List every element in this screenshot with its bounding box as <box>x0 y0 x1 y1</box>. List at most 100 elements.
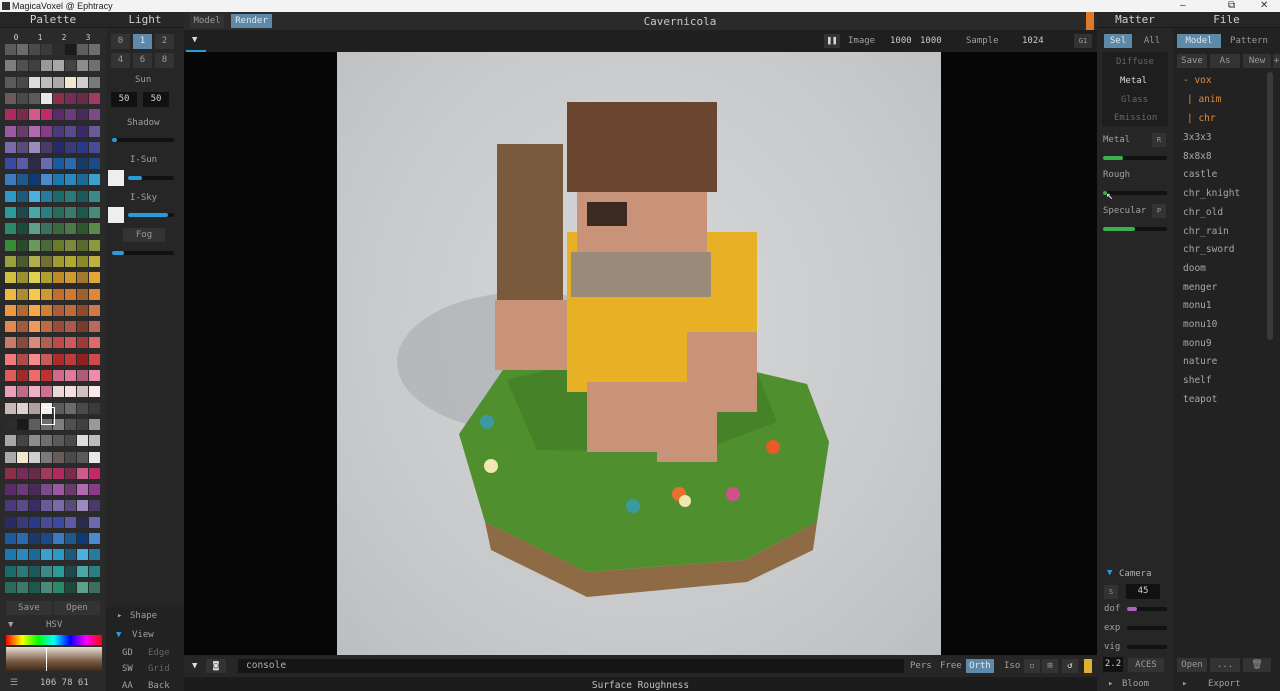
file-item[interactable]: chr_sword <box>1183 244 1234 255</box>
palette-swatch[interactable] <box>5 581 16 593</box>
palette-swatch[interactable] <box>5 418 16 430</box>
file-plus-button[interactable]: + <box>1273 54 1280 68</box>
palette-swatch[interactable] <box>41 272 52 284</box>
file-item[interactable]: monu9 <box>1183 338 1212 349</box>
palette-swatch[interactable] <box>65 76 76 88</box>
file-item[interactable]: chr_rain <box>1183 226 1229 237</box>
orth-mode[interactable]: Orth <box>966 659 994 673</box>
file-pattern-tab[interactable]: Pattern <box>1226 34 1272 48</box>
palette-swatch[interactable] <box>17 402 28 414</box>
file-item[interactable]: chr_old <box>1183 207 1223 218</box>
palette-swatch[interactable] <box>17 272 28 284</box>
palette-swatch[interactable] <box>65 370 76 381</box>
palette-swatch[interactable] <box>65 223 76 235</box>
menu-icon[interactable]: ☰ <box>10 678 18 688</box>
hsv-expand-icon[interactable]: ▼ <box>8 620 13 630</box>
palette-swatch[interactable] <box>29 125 40 137</box>
view-section[interactable]: View <box>132 630 154 640</box>
palette-swatch[interactable] <box>53 304 64 316</box>
palette-swatch[interactable] <box>41 321 52 333</box>
palette-swatch[interactable] <box>65 435 76 447</box>
export-section[interactable]: Export <box>1208 679 1241 689</box>
palette-swatch[interactable] <box>41 549 52 561</box>
specular-slider[interactable] <box>1103 227 1167 231</box>
palette-swatch[interactable] <box>53 239 64 251</box>
palette-swatch[interactable] <box>29 484 40 496</box>
palette-swatch[interactable] <box>77 484 88 496</box>
palette-swatch[interactable] <box>29 451 40 463</box>
palette-swatch[interactable] <box>17 516 28 528</box>
palette-swatch[interactable] <box>41 239 52 251</box>
close-icon[interactable]: ✕ <box>1260 0 1268 12</box>
palette-swatch[interactable] <box>29 255 40 267</box>
palette-swatch[interactable] <box>53 337 64 349</box>
palette-swatch[interactable] <box>53 516 64 528</box>
palette-swatch[interactable] <box>29 565 40 577</box>
palette-swatch[interactable] <box>17 451 28 463</box>
palette-swatch[interactable] <box>29 321 40 333</box>
palette-swatch[interactable] <box>17 467 28 479</box>
edge-toggle[interactable]: Edge <box>148 648 170 658</box>
palette-swatch[interactable] <box>41 190 52 202</box>
palette-swatch[interactable] <box>77 435 88 447</box>
palette-swatch[interactable] <box>53 109 64 121</box>
palette-swatch[interactable] <box>41 44 52 55</box>
palette-swatch[interactable] <box>41 288 52 300</box>
palette-swatch[interactable] <box>89 581 100 593</box>
palette-swatch[interactable] <box>77 174 88 186</box>
palette-swatch[interactable] <box>29 207 40 218</box>
palette-swatch[interactable] <box>17 76 28 88</box>
render-canvas[interactable] <box>337 52 941 655</box>
palette-swatch[interactable] <box>29 288 40 300</box>
palette-swatch[interactable] <box>5 321 16 333</box>
palette-swatch[interactable] <box>53 435 64 447</box>
palette-swatch[interactable] <box>89 288 100 300</box>
palette-swatch[interactable] <box>41 223 52 235</box>
isun-color-swatch[interactable] <box>108 170 124 186</box>
palette-swatch[interactable] <box>29 223 40 235</box>
palette-swatch[interactable] <box>29 190 40 202</box>
palette-swatch[interactable] <box>17 386 28 398</box>
palette-swatch[interactable] <box>89 60 100 72</box>
palette-swatch[interactable] <box>89 418 100 430</box>
grid-toggle[interactable]: Grid <box>148 664 170 674</box>
palette-swatch[interactable] <box>5 190 16 202</box>
palette-swatch[interactable] <box>17 533 28 544</box>
light-tab-6[interactable]: 6 <box>133 53 152 68</box>
back-toggle[interactable]: Back <box>148 681 170 691</box>
palette-swatch[interactable] <box>65 207 76 218</box>
palette-swatch[interactable] <box>17 239 28 251</box>
palette-swatch[interactable] <box>89 304 100 316</box>
palette-swatch[interactable] <box>77 190 88 202</box>
file-scrollbar[interactable] <box>1267 72 1273 340</box>
folder-vox[interactable]: - vox <box>1183 75 1212 86</box>
file-item[interactable]: menger <box>1183 282 1217 293</box>
palette-swatch[interactable] <box>5 141 16 153</box>
palette-swatch[interactable] <box>5 60 16 72</box>
file-item[interactable]: chr_knight <box>1183 188 1240 199</box>
palette-swatch[interactable] <box>89 190 100 202</box>
palette-swatch[interactable] <box>89 467 100 479</box>
palette-swatch[interactable] <box>53 288 64 300</box>
palette-swatch[interactable] <box>89 484 100 496</box>
palette-swatch[interactable] <box>77 549 88 561</box>
palette-swatch[interactable] <box>17 288 28 300</box>
trash-icon[interactable]: 🗑 <box>1243 658 1271 672</box>
palette-tab-0[interactable]: 0 <box>5 32 27 43</box>
palette-swatch[interactable] <box>41 337 52 349</box>
palette-swatch[interactable] <box>29 386 40 398</box>
file-item[interactable]: doom <box>1183 263 1206 274</box>
palette-swatch[interactable] <box>65 60 76 72</box>
material-metal[interactable]: Metal <box>1120 76 1147 86</box>
light-tab-4[interactable]: 4 <box>111 53 130 68</box>
sw-toggle[interactable]: SW <box>122 664 133 674</box>
gamma-value[interactable]: 2.2 <box>1103 657 1123 672</box>
matter-sel-tab[interactable]: Sel <box>1104 34 1132 48</box>
palette-swatch[interactable] <box>41 60 52 72</box>
palette-swatch[interactable] <box>29 174 40 186</box>
palette-swatch[interactable] <box>77 533 88 544</box>
palette-swatch[interactable] <box>17 418 28 430</box>
palette-swatch[interactable] <box>53 158 64 170</box>
exp-slider[interactable] <box>1127 626 1167 630</box>
light-tab-1[interactable]: 1 <box>133 34 152 49</box>
